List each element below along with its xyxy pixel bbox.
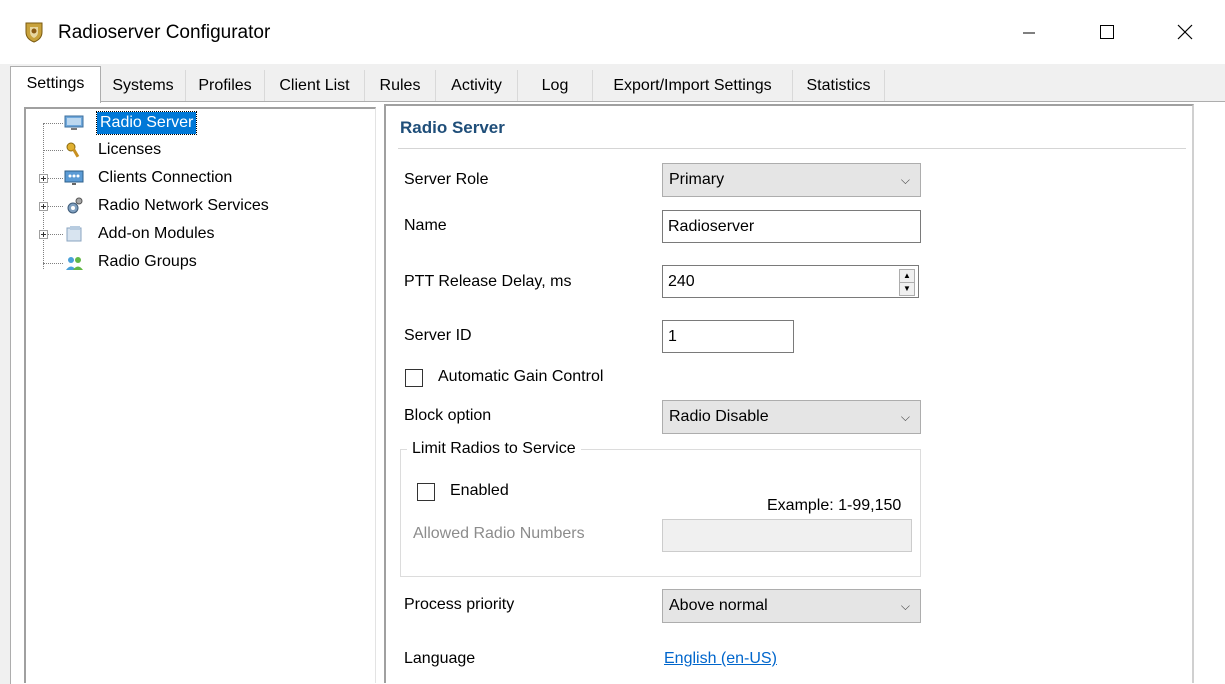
ptt-release-delay-label: PTT Release Delay, ms — [404, 273, 572, 290]
language-label: Language — [404, 650, 476, 667]
tree-connector — [48, 178, 63, 179]
ptt-release-delay-stepper[interactable]: 240 ▲ ▼ — [662, 265, 919, 298]
minimize-icon — [1023, 32, 1035, 34]
enabled-checkbox[interactable] — [417, 483, 435, 501]
tree-item-radio-network-services[interactable]: Radio Network Services — [98, 195, 269, 217]
modules-icon — [66, 226, 82, 242]
maximize-button[interactable] — [1072, 10, 1142, 54]
chevron-down-icon: ⌵ — [900, 173, 910, 187]
server-role-label: Server Role — [404, 171, 489, 188]
tree-item-add-on-modules[interactable]: Add-on Modules — [98, 223, 215, 245]
close-button[interactable] — [1150, 10, 1220, 54]
tree-connector — [43, 150, 63, 151]
license-key-icon — [66, 142, 80, 158]
expand-icon[interactable] — [39, 230, 48, 239]
window-title: Radioserver Configurator — [58, 22, 271, 43]
agc-label: Automatic Gain Control — [438, 368, 604, 385]
limit-radios-group-label: Limit Radios to Service — [407, 438, 581, 460]
name-label: Name — [404, 217, 447, 234]
block-option-label: Block option — [404, 407, 492, 424]
ptt-release-delay-value: 240 — [668, 273, 695, 290]
app-icon — [25, 22, 43, 43]
tree-item-licenses[interactable]: Licenses — [98, 139, 161, 161]
settings-tree[interactable]: Radio Server Licenses Clients Connection… — [24, 107, 376, 683]
groups-icon — [66, 257, 83, 270]
chevron-down-icon: ⌵ — [900, 599, 910, 613]
example-hint: Example: 1-99,150 — [767, 497, 902, 514]
tab-profiles[interactable]: Profiles — [186, 70, 265, 101]
process-priority-value: Above normal — [669, 597, 768, 614]
panel-divider — [398, 148, 1186, 149]
server-role-dropdown[interactable]: Primary ⌵ — [662, 163, 921, 197]
server-icon — [64, 115, 84, 130]
title-bar: Radioserver Configurator — [0, 0, 1225, 64]
tab-activity[interactable]: Activity — [436, 70, 518, 101]
language-link[interactable]: English (en-US) — [664, 648, 777, 670]
tree-item-clients-connection[interactable]: Clients Connection — [98, 167, 232, 189]
process-priority-label: Process priority — [404, 596, 515, 613]
tree-connector — [48, 206, 63, 207]
maximize-icon — [1100, 25, 1114, 39]
tree-connector — [43, 263, 63, 264]
chevron-down-icon: ⌵ — [900, 410, 910, 424]
tree-connector — [48, 234, 63, 235]
expand-icon[interactable] — [39, 174, 48, 183]
tree-item-radio-server[interactable]: Radio Server — [95, 111, 198, 135]
allowed-radio-numbers-input[interactable] — [662, 519, 912, 552]
tree-connector — [43, 123, 44, 269]
spin-buttons[interactable]: ▲ ▼ — [899, 269, 915, 296]
tab-settings[interactable]: Settings — [10, 66, 101, 103]
tab-rules[interactable]: Rules — [365, 70, 436, 101]
tab-statistics[interactable]: Statistics — [793, 70, 885, 101]
services-gear-icon — [67, 197, 83, 214]
tab-export-import-settings[interactable]: Export/Import Settings — [593, 70, 793, 101]
block-option-value: Radio Disable — [669, 408, 769, 425]
tab-strip: Settings Systems Profiles Client List Ru… — [0, 64, 1225, 103]
allowed-radio-numbers-label: Allowed Radio Numbers — [413, 525, 585, 542]
name-input[interactable]: Radioserver — [662, 210, 921, 243]
block-option-dropdown[interactable]: Radio Disable ⌵ — [662, 400, 921, 434]
enabled-label: Enabled — [450, 482, 509, 499]
network-icon — [64, 170, 84, 185]
spin-up-icon[interactable]: ▲ — [900, 270, 914, 283]
minimize-button[interactable] — [994, 10, 1064, 54]
panel-title: Radio Server — [400, 118, 505, 137]
tab-systems[interactable]: Systems — [101, 70, 186, 101]
tab-log[interactable]: Log — [518, 70, 593, 101]
tab-client-list[interactable]: Client List — [265, 70, 365, 101]
expand-icon[interactable] — [39, 202, 48, 211]
tree-connector — [43, 123, 63, 124]
spin-down-icon[interactable]: ▼ — [900, 283, 914, 295]
close-icon — [1177, 24, 1193, 40]
process-priority-dropdown[interactable]: Above normal ⌵ — [662, 589, 921, 623]
server-id-input[interactable]: 1 — [662, 320, 794, 353]
server-id-label: Server ID — [404, 327, 472, 344]
tree-item-radio-groups[interactable]: Radio Groups — [98, 251, 197, 273]
server-role-value: Primary — [669, 171, 725, 188]
agc-checkbox[interactable] — [405, 369, 423, 387]
